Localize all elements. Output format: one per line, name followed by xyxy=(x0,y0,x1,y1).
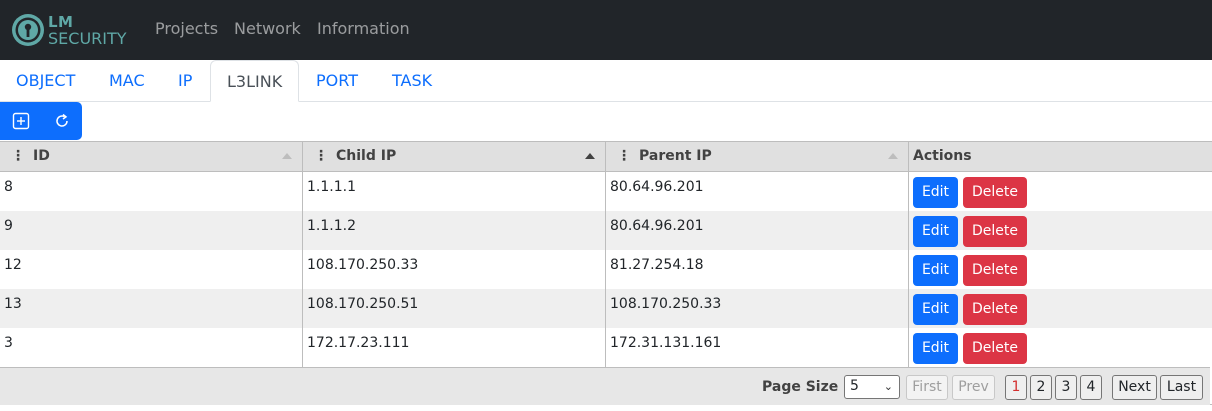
cell-id: 3 xyxy=(0,328,303,367)
tab-task[interactable]: TASK xyxy=(376,60,448,102)
table-row: 13 108.170.250.51 108.170.250.33 Edit Delete xyxy=(0,289,1212,328)
tab-ip[interactable]: IP xyxy=(162,60,208,102)
drag-handle-icon[interactable]: ⋮ xyxy=(11,142,25,170)
delete-button[interactable]: Delete xyxy=(963,177,1027,208)
table-toolbar xyxy=(0,102,82,140)
cell-child-ip: 172.17.23.111 xyxy=(303,328,606,367)
delete-button[interactable]: Delete xyxy=(963,216,1027,247)
table-row: 12 108.170.250.33 81.27.254.18 Edit Delete xyxy=(0,250,1212,289)
nav-projects[interactable]: Projects xyxy=(155,19,218,38)
table-row: 8 1.1.1.1 80.64.96.201 Edit Delete xyxy=(0,172,1212,211)
refresh-icon xyxy=(55,113,68,127)
cell-child-ip: 1.1.1.1 xyxy=(303,172,606,211)
refresh-button[interactable] xyxy=(41,102,82,140)
top-navbar: LM SECURITY Projects Network Information xyxy=(0,0,1212,60)
add-button[interactable] xyxy=(0,102,41,140)
sort-asc-icon xyxy=(585,153,595,159)
sort-icon xyxy=(888,153,898,159)
prev-page-button[interactable]: Prev xyxy=(952,375,995,400)
edit-button[interactable]: Edit xyxy=(913,294,958,325)
pagination-bar: Page Size 5 ⌄ First Prev 1 2 3 4 Next La… xyxy=(0,367,1210,405)
page-3-button[interactable]: 3 xyxy=(1055,375,1077,400)
cell-id: 13 xyxy=(0,289,303,328)
column-header-id[interactable]: ⋮ ID xyxy=(0,142,303,171)
tab-object[interactable]: OBJECT xyxy=(0,60,91,102)
brand-name-line2: SECURITY xyxy=(48,29,127,48)
cell-child-ip: 108.170.250.33 xyxy=(303,250,606,289)
sort-icon xyxy=(282,153,292,159)
cell-actions: Edit Delete xyxy=(909,289,1212,328)
cell-child-ip: 1.1.1.2 xyxy=(303,211,606,250)
column-header-parent-ip[interactable]: ⋮ Parent IP xyxy=(606,142,909,171)
table-row: 9 1.1.1.2 80.64.96.201 Edit Delete xyxy=(0,211,1212,250)
table-header: ⋮ ID ⋮ Child IP ⋮ Parent IP Actions xyxy=(0,142,1212,172)
cell-parent-ip: 80.64.96.201 xyxy=(606,172,909,211)
cell-actions: Edit Delete xyxy=(909,172,1212,211)
cell-id: 8 xyxy=(0,172,303,211)
drag-handle-icon[interactable]: ⋮ xyxy=(617,142,631,170)
cell-parent-ip: 80.64.96.201 xyxy=(606,211,909,250)
page-size-select[interactable]: 5 ⌄ xyxy=(844,375,900,399)
page-size-label: Page Size xyxy=(762,379,839,395)
plus-square-icon xyxy=(12,112,29,130)
edit-button[interactable]: Edit xyxy=(913,216,958,247)
nav-network[interactable]: Network xyxy=(234,19,301,38)
cell-id: 9 xyxy=(0,211,303,250)
cell-actions: Edit Delete xyxy=(909,328,1212,367)
edit-button[interactable]: Edit xyxy=(913,177,958,208)
tab-l3link[interactable]: L3LINK xyxy=(210,60,300,102)
cell-id: 12 xyxy=(0,250,303,289)
tab-bar: OBJECT MAC IP L3LINK PORT TASK xyxy=(0,60,1212,102)
page-1-button[interactable]: 1 xyxy=(1005,375,1027,400)
chevron-down-icon: ⌄ xyxy=(883,380,893,393)
cell-actions: Edit Delete xyxy=(909,250,1212,289)
tab-port[interactable]: PORT xyxy=(300,60,374,102)
lock-logo-icon xyxy=(12,14,44,46)
page-4-button[interactable]: 4 xyxy=(1080,375,1102,400)
cell-parent-ip: 81.27.254.18 xyxy=(606,250,909,289)
tab-mac[interactable]: MAC xyxy=(93,60,161,102)
cell-actions: Edit Delete xyxy=(909,211,1212,250)
column-header-child-ip[interactable]: ⋮ Child IP xyxy=(303,142,606,171)
column-header-actions: Actions xyxy=(913,148,972,164)
next-page-button[interactable]: Next xyxy=(1112,375,1157,400)
brand-logo[interactable]: LM SECURITY xyxy=(11,12,136,48)
table-row: 3 172.17.23.111 172.31.131.161 Edit Delete xyxy=(0,328,1212,367)
edit-button[interactable]: Edit xyxy=(913,333,958,364)
nav-information[interactable]: Information xyxy=(317,19,410,38)
delete-button[interactable]: Delete xyxy=(963,294,1027,325)
delete-button[interactable]: Delete xyxy=(963,255,1027,286)
page-2-button[interactable]: 2 xyxy=(1030,375,1052,400)
delete-button[interactable]: Delete xyxy=(963,333,1027,364)
last-page-button[interactable]: Last xyxy=(1160,375,1203,400)
cell-parent-ip: 108.170.250.33 xyxy=(606,289,909,328)
cell-parent-ip: 172.31.131.161 xyxy=(606,328,909,367)
l3link-table: ⋮ ID ⋮ Child IP ⋮ Parent IP Actions 8 1.1… xyxy=(0,141,1212,405)
cell-child-ip: 108.170.250.51 xyxy=(303,289,606,328)
first-page-button[interactable]: First xyxy=(906,375,948,400)
edit-button[interactable]: Edit xyxy=(913,255,958,286)
drag-handle-icon[interactable]: ⋮ xyxy=(314,142,328,170)
